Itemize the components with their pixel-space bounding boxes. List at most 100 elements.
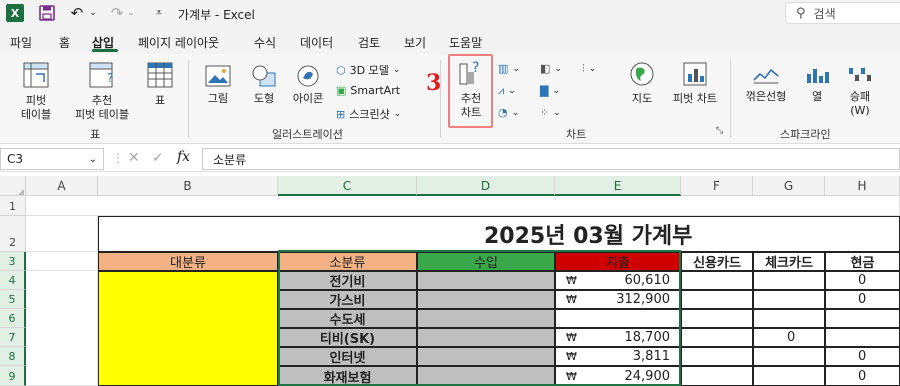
column-header-a[interactable]: A [26, 176, 98, 196]
cell-check[interactable] [753, 309, 825, 328]
row-header-2[interactable]: 2 [0, 216, 26, 252]
cell-a3[interactable] [26, 252, 98, 271]
cell-credit[interactable] [681, 366, 753, 386]
screenshot-button[interactable]: ⊞ 스크린샷 ⌄ [336, 106, 401, 122]
pie-chart-button[interactable]: ◔ ⌄ [498, 106, 519, 119]
table-button[interactable]: 표 [144, 60, 176, 108]
statistic-chart-button[interactable]: ▇ ⌄ [540, 84, 560, 97]
cell-income[interactable] [417, 347, 555, 366]
pivot-table-button[interactable]: 피벗 테이블 [12, 60, 60, 122]
cell-credit[interactable] [681, 309, 753, 328]
column-header-d[interactable]: D [417, 176, 555, 196]
cell-check[interactable] [753, 366, 825, 386]
column-header-b[interactable]: B [98, 176, 278, 196]
cell-income[interactable] [417, 271, 555, 290]
cell-credit[interactable] [681, 328, 753, 347]
redo-dropdown-icon[interactable]: ⌄ [126, 4, 136, 22]
cell-credit[interactable] [681, 347, 753, 366]
cell-a2[interactable] [26, 216, 98, 252]
cell-minor[interactable]: 인터넷 [278, 347, 417, 366]
search-input[interactable]: ⚲ 검색 [785, 2, 900, 24]
cell-expense[interactable]: ₩24,900 [555, 366, 681, 386]
scatter-chart-button[interactable]: ⁘ ⌄ [540, 106, 561, 119]
cell-minor[interactable]: 전기비 [278, 271, 417, 290]
cell-check[interactable]: 0 [753, 328, 825, 347]
line-chart-button[interactable]: ⩘ ⌄ [498, 84, 516, 98]
save-icon[interactable] [38, 4, 56, 22]
row-header-1[interactable]: 1 [0, 196, 26, 216]
header-cash[interactable]: 현금 [825, 252, 900, 271]
insert-function-icon[interactable]: fx [177, 149, 190, 165]
tab-review[interactable]: 검토 [358, 34, 380, 51]
tab-page-layout[interactable]: 페이지 레이아웃 [138, 34, 219, 51]
cell-credit[interactable] [681, 271, 753, 290]
recommended-pivot-button[interactable]: ? 추천 피벗 테이블 [70, 60, 134, 122]
row-header-8[interactable]: 8 [0, 347, 26, 366]
cell-income[interactable] [417, 290, 555, 309]
sparkline-line-button[interactable]: 꺾은선형 [740, 64, 792, 104]
row-header-4[interactable]: 4 [0, 271, 26, 290]
sheet-title[interactable]: 2025년 03월 가계부 [98, 216, 900, 252]
smartart-button[interactable]: ▣ SmartArt [336, 84, 400, 97]
cancel-icon[interactable]: ✕ [128, 150, 140, 166]
3d-models-button[interactable]: ⬡ 3D 모델 ⌄ [336, 62, 400, 78]
major-category-merged-cell[interactable] [98, 271, 278, 386]
cell-income[interactable] [417, 328, 555, 347]
cell-a4-a9[interactable] [26, 271, 98, 386]
enter-icon[interactable]: ✓ [152, 150, 164, 166]
cell-income[interactable] [417, 366, 555, 386]
cell-expense[interactable]: ₩3,811 [555, 347, 681, 366]
customize-toolbar-icon[interactable]: ⩡ [150, 4, 168, 22]
cell-minor[interactable]: 수도세 [278, 309, 417, 328]
cell-cash[interactable]: 0 [825, 366, 900, 386]
cell-cash[interactable] [825, 309, 900, 328]
tab-help[interactable]: 도움말 [449, 34, 482, 51]
cell-minor[interactable]: 티비(SK) [278, 328, 417, 347]
row-1-cells[interactable] [26, 196, 900, 216]
cell-income[interactable] [417, 309, 555, 328]
header-minor-category[interactable]: 소분류 [278, 252, 417, 271]
cell-credit[interactable] [681, 290, 753, 309]
cell-expense[interactable] [555, 309, 681, 328]
chevron-down-icon[interactable]: ⌄ [89, 154, 97, 165]
name-box[interactable]: C3 ⌄ [0, 148, 104, 170]
header-major-category[interactable]: 대분류 [98, 252, 278, 271]
waterfall-chart-button[interactable]: ⫶ ⌄ [582, 62, 596, 76]
cell-expense[interactable]: ₩60,610 [555, 271, 681, 290]
dialog-launcher-icon[interactable]: ⤡ [716, 126, 723, 136]
tab-home[interactable]: 홈 [59, 34, 70, 51]
undo-dropdown-icon[interactable]: ⌄ [88, 4, 98, 22]
column-header-g[interactable]: G [753, 176, 825, 196]
cell-minor[interactable]: 가스비 [278, 290, 417, 309]
cell-expense[interactable]: ₩312,900 [555, 290, 681, 309]
picture-button[interactable]: 그림 [200, 64, 236, 106]
column-header-c[interactable]: C [278, 176, 417, 196]
row-header-5[interactable]: 5 [0, 290, 26, 309]
shapes-button[interactable]: 도형 [246, 64, 282, 106]
row-header-3[interactable]: 3 [0, 252, 26, 271]
cell-cash[interactable]: 0 [825, 271, 900, 290]
tab-file[interactable]: 파일 [10, 34, 32, 51]
tab-view[interactable]: 보기 [404, 34, 426, 51]
cell-minor[interactable]: 화재보험 [278, 366, 417, 386]
formula-input[interactable]: 소분류 [202, 148, 900, 170]
cell-check[interactable] [753, 347, 825, 366]
column-chart-button[interactable]: ▥ ⌄ [498, 62, 520, 75]
cell-expense[interactable]: ₩18,700 [555, 328, 681, 347]
sparkline-winloss-button[interactable]: 승패 (W) [840, 64, 880, 118]
hierarchy-chart-button[interactable]: ◧ ⌄ [540, 62, 562, 75]
cell-check[interactable] [753, 271, 825, 290]
tab-data[interactable]: 데이터 [300, 34, 333, 51]
cell-cash[interactable]: 0 [825, 290, 900, 309]
sparkline-column-button[interactable]: 열 [800, 64, 834, 104]
column-header-f[interactable]: F [681, 176, 753, 196]
header-expense[interactable]: 지출 [555, 252, 681, 271]
pivot-chart-button[interactable]: 피벗 차트 [666, 60, 724, 106]
cell-cash[interactable]: 0 [825, 347, 900, 366]
maps-button[interactable]: 지도 [624, 60, 660, 106]
cell-check[interactable] [753, 290, 825, 309]
header-income[interactable]: 수입 [417, 252, 555, 271]
row-header-7[interactable]: 7 [0, 328, 26, 347]
column-header-e[interactable]: E [555, 176, 681, 196]
select-all-corner[interactable] [0, 176, 26, 196]
